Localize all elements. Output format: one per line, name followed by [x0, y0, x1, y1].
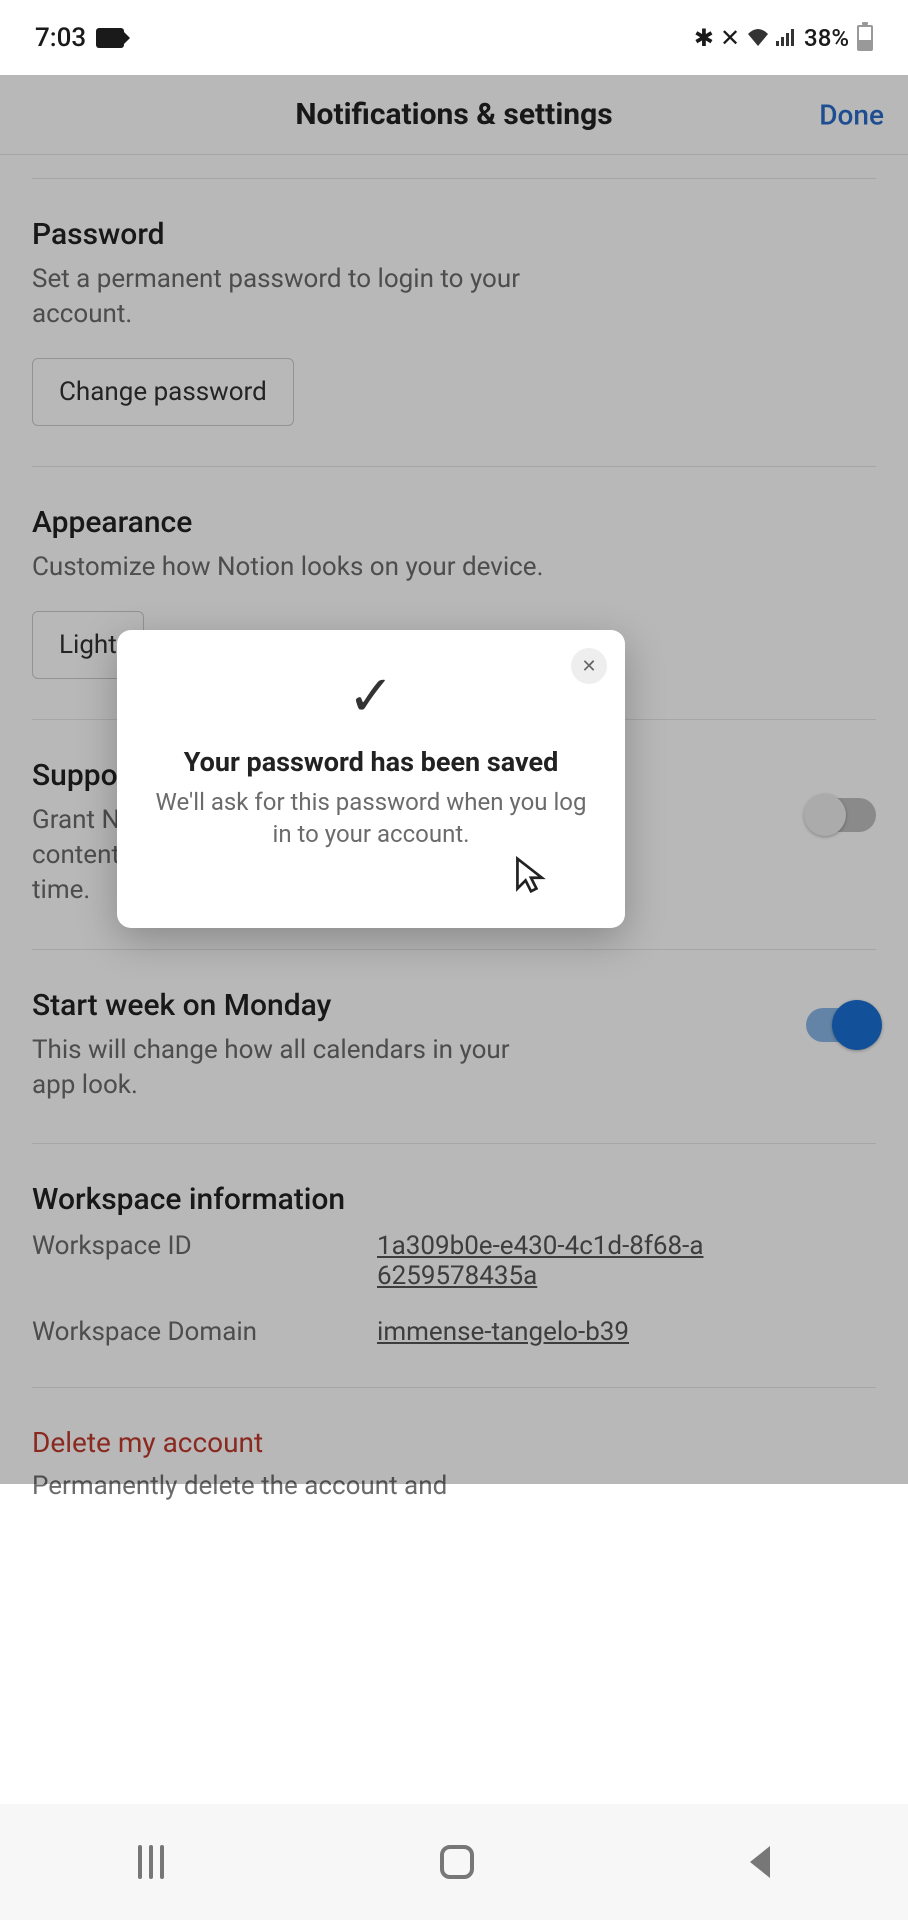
- battery-percent: 38%: [804, 24, 849, 52]
- nav-home-button[interactable]: [440, 1845, 474, 1879]
- signal-icon: [776, 24, 798, 52]
- system-nav-bar: [0, 1804, 908, 1920]
- battery-icon: [857, 25, 873, 51]
- nav-back-button[interactable]: [750, 1846, 770, 1878]
- bluetooth-icon: ✱: [694, 24, 714, 52]
- modal-desc: We'll ask for this password when you log…: [147, 786, 595, 851]
- status-bar: 7:03 ✱ ✕ 38%: [0, 0, 908, 75]
- nav-recents-button[interactable]: [138, 1845, 164, 1879]
- wifi-icon: [746, 24, 770, 52]
- close-icon: ✕: [581, 656, 596, 677]
- status-time: 7:03: [35, 23, 86, 53]
- check-icon: ✓: [348, 668, 395, 724]
- camera-icon: [96, 28, 124, 48]
- mute-icon: ✕: [720, 24, 740, 52]
- modal-close-button[interactable]: ✕: [571, 648, 607, 684]
- modal-title: Your password has been saved: [184, 746, 559, 778]
- password-saved-modal: ✕ ✓ Your password has been saved We'll a…: [117, 630, 625, 928]
